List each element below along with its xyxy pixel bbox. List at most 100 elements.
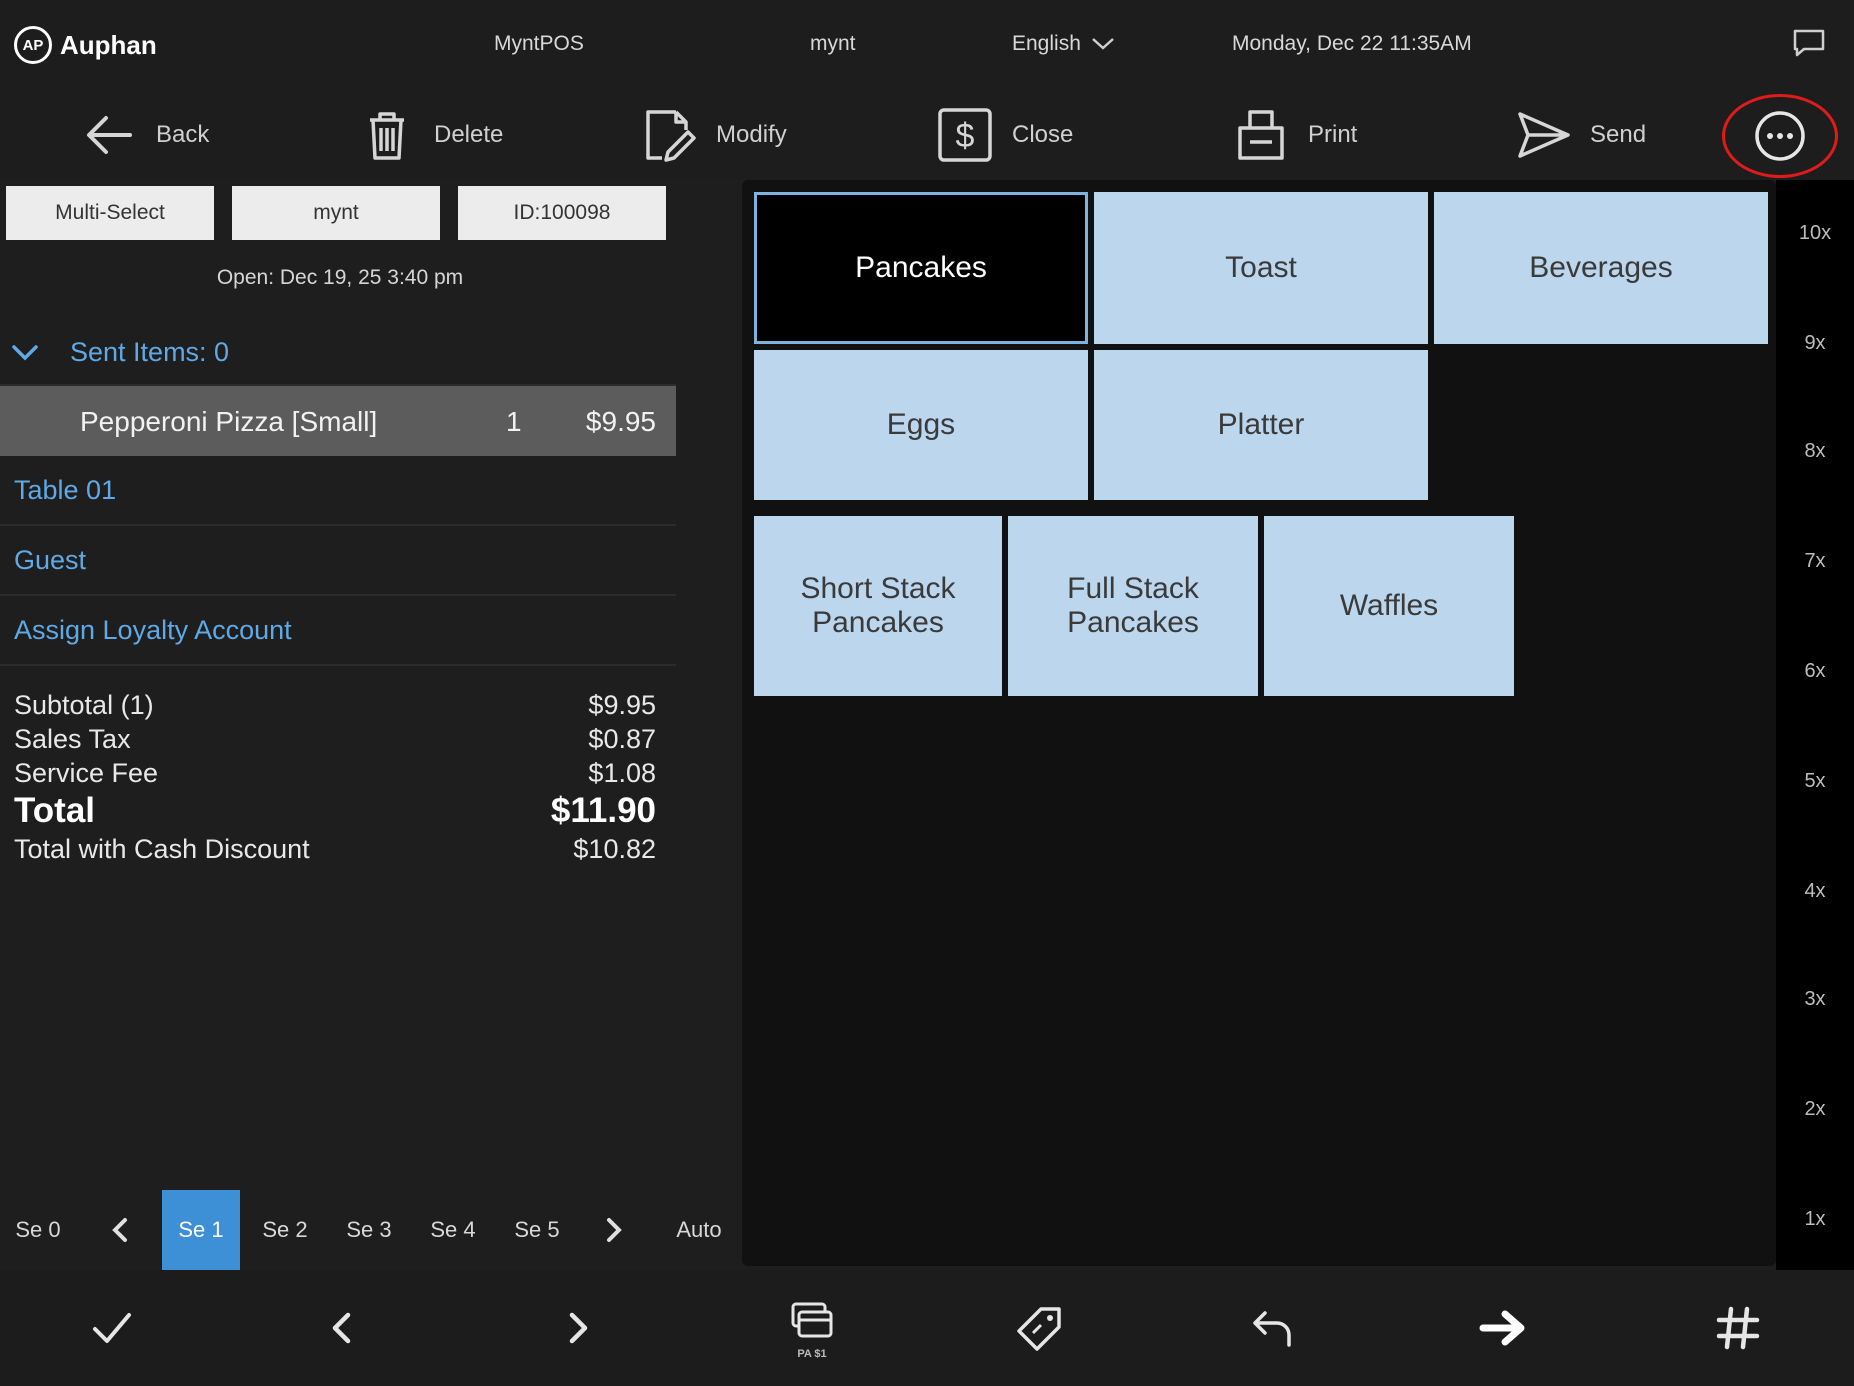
item-name: Pepperoni Pizza [Small] [80, 406, 378, 437]
seat-auto-button[interactable]: Auto [664, 1190, 734, 1270]
undo-icon [1253, 1311, 1291, 1347]
seat-2-button[interactable]: Se 2 [248, 1190, 322, 1270]
dollar-box-icon: $ [938, 108, 992, 162]
multiplier-10x[interactable]: 10x [1776, 222, 1854, 245]
item-full-stack-pancakes[interactable]: Full Stack Pancakes [1008, 516, 1258, 696]
payment-button[interactable]: PA $1 [776, 1270, 848, 1386]
cash-discount-value: $10.82 [573, 834, 656, 864]
multiplier-5x[interactable]: 5x [1776, 770, 1854, 793]
seat-5-button[interactable]: Se 5 [500, 1190, 574, 1270]
seat-1-button[interactable]: Se 1 [162, 1190, 240, 1270]
multi-select-button[interactable]: Multi-Select [6, 186, 214, 240]
undo-button[interactable] [1240, 1270, 1304, 1386]
send-label: Send [1590, 121, 1647, 148]
brand-logo: AP Auphan [14, 26, 157, 64]
item-short-stack-pancakes[interactable]: Short Stack Pancakes [754, 516, 1002, 696]
item-qty: 1 [506, 406, 522, 437]
multiplier-3x[interactable]: 3x [1776, 988, 1854, 1011]
sent-items-label: Sent Items: 0 [70, 336, 230, 367]
chevron-left-icon [112, 1218, 127, 1242]
seat-3-button[interactable]: Se 3 [332, 1190, 406, 1270]
category-eggs[interactable]: Eggs [754, 350, 1088, 500]
check-icon [93, 1313, 131, 1343]
brand-name: Auphan [60, 29, 157, 60]
subtotal-value: $9.95 [588, 690, 656, 720]
multiplier-9x[interactable]: 9x [1776, 332, 1854, 355]
item-waffles[interactable]: Waffles [1264, 516, 1514, 696]
previous-button[interactable] [310, 1270, 374, 1386]
subtotal-line: Subtotal (1) $9.95 [14, 688, 656, 722]
discount-tag-button[interactable] [1008, 1270, 1072, 1386]
sent-items-toggle[interactable]: Sent Items: 0 [0, 320, 676, 386]
category-beverages[interactable]: Beverages [1434, 192, 1768, 344]
close-check-button[interactable]: $ Close [936, 90, 1073, 180]
multiplier-7x[interactable]: 7x [1776, 550, 1854, 573]
back-button[interactable]: Back [80, 90, 209, 180]
multiplier-2x[interactable]: 2x [1776, 1098, 1854, 1121]
edit-document-icon [646, 110, 696, 162]
guest-assignment[interactable]: Guest [0, 526, 676, 596]
highlight-ring [1722, 94, 1838, 178]
close-label: Close [1012, 121, 1074, 148]
message-icon[interactable] [1792, 28, 1826, 58]
language-label: English [1012, 32, 1081, 55]
multiplier-1x[interactable]: 1x [1776, 1208, 1854, 1231]
server-chip[interactable]: mynt [232, 186, 440, 240]
current-datetime: Monday, Dec 22 11:35AM [1232, 32, 1472, 55]
arrow-left-icon [87, 116, 132, 154]
category-toast[interactable]: Toast [1094, 192, 1428, 344]
menu-grid: Pancakes Toast Beverages Eggs Platter Sh… [742, 180, 1776, 1266]
forward-button[interactable] [1472, 1270, 1536, 1386]
action-toolbar: Back Delete Modify $ Close Print Send [0, 90, 1854, 180]
user-name: mynt [810, 32, 856, 55]
order-header-chips: Multi-Select mynt ID:100098 [0, 186, 680, 246]
tax-value: $0.87 [588, 724, 656, 754]
hash-icon [1716, 1306, 1760, 1350]
order-panel: Multi-Select mynt ID:100098 Open: Dec 19… [0, 180, 740, 1270]
card-stack-icon [791, 1302, 833, 1338]
seat-selector: Se 0 Se 1 Se 2 Se 3 Se 4 Se 5 Auto [0, 1190, 740, 1270]
cash-discount-line: Total with Cash Discount $10.82 [14, 832, 656, 866]
seat-prev-button[interactable] [96, 1190, 144, 1270]
print-button[interactable]: Print [1232, 90, 1357, 180]
delete-button[interactable]: Delete [358, 90, 503, 180]
order-totals: Subtotal (1) $9.95 Sales Tax $0.87 Servi… [14, 688, 656, 866]
send-icon [1518, 112, 1570, 158]
chevron-down-icon [12, 345, 38, 361]
bottom-navigation: PA $1 [0, 1270, 1854, 1386]
total-value: $11.90 [550, 791, 656, 830]
seat-0-button[interactable]: Se 0 [0, 1190, 76, 1270]
multiplier-8x[interactable]: 8x [1776, 440, 1854, 463]
table-assignment[interactable]: Table 01 [0, 456, 676, 526]
order-item-row[interactable]: Pepperoni Pizza [Small] 1 $9.95 [0, 386, 676, 456]
back-label: Back [156, 121, 210, 148]
seat-4-button[interactable]: Se 4 [416, 1190, 490, 1270]
seat-next-button[interactable] [590, 1190, 638, 1270]
next-button[interactable] [546, 1270, 610, 1386]
chevron-right-icon [607, 1218, 622, 1242]
more-options-button[interactable] [1722, 94, 1838, 178]
total-label: Total [14, 791, 96, 830]
printer-icon [1238, 110, 1284, 160]
arrow-right-icon [1479, 1310, 1525, 1346]
send-button[interactable]: Send [1514, 90, 1646, 180]
print-label: Print [1308, 121, 1358, 148]
language-selector[interactable]: English [1012, 32, 1115, 56]
auphan-logo-icon: AP [14, 26, 52, 64]
payment-caption: PA $1 [797, 1348, 827, 1360]
number-pad-button[interactable] [1706, 1270, 1770, 1386]
total-line: Total $11.90 [14, 790, 656, 832]
confirm-button[interactable] [80, 1270, 144, 1386]
tax-line: Sales Tax $0.87 [14, 722, 656, 756]
fee-label: Service Fee [14, 758, 159, 788]
app-name: MyntPOS [494, 32, 584, 55]
multiplier-4x[interactable]: 4x [1776, 880, 1854, 903]
assign-loyalty-link[interactable]: Assign Loyalty Account [0, 596, 676, 666]
category-platter[interactable]: Platter [1094, 350, 1428, 500]
order-id-chip[interactable]: ID:100098 [458, 186, 666, 240]
multiplier-6x[interactable]: 6x [1776, 660, 1854, 683]
modify-button[interactable]: Modify [640, 90, 787, 180]
category-pancakes[interactable]: Pancakes [754, 192, 1088, 344]
subtotal-label: Subtotal (1) [14, 690, 154, 720]
fee-value: $1.08 [588, 758, 656, 788]
